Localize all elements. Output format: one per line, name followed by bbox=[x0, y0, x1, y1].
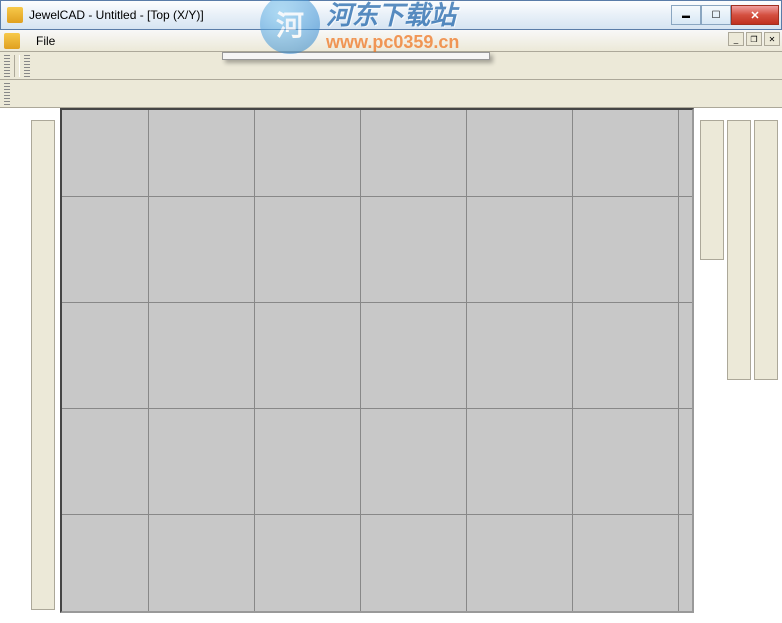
toolbar-secondary bbox=[0, 80, 782, 108]
window-controls bbox=[671, 5, 779, 25]
mdi-close-button[interactable]: ✕ bbox=[764, 32, 780, 46]
window-title: JewelCAD - Untitled - [Top (X/Y)] bbox=[29, 8, 671, 22]
mdi-restore-button[interactable]: ❐ bbox=[746, 32, 762, 46]
mdi-minimize-button[interactable]: _ bbox=[728, 32, 744, 46]
toolbar-grip[interactable] bbox=[4, 83, 10, 105]
menubar: File _ ❐ ✕ bbox=[0, 30, 782, 52]
toolbar-grip[interactable] bbox=[24, 55, 30, 77]
left-toolbar bbox=[31, 120, 55, 610]
titlebar: JewelCAD - Untitled - [Top (X/Y)] bbox=[0, 0, 782, 30]
right-toolbar-1 bbox=[700, 120, 724, 260]
close-button[interactable] bbox=[731, 5, 779, 25]
right-toolbar-3 bbox=[754, 120, 778, 380]
deform-menu-dropdown bbox=[222, 52, 490, 60]
menu-file[interactable]: File bbox=[26, 32, 65, 50]
doc-icon bbox=[4, 33, 20, 49]
right-toolbar-2 bbox=[727, 120, 751, 380]
app-icon bbox=[7, 7, 23, 23]
grid bbox=[62, 110, 692, 611]
viewport[interactable] bbox=[60, 108, 694, 613]
minimize-button[interactable] bbox=[671, 5, 701, 25]
toolbar-grip[interactable] bbox=[4, 55, 10, 77]
maximize-button[interactable] bbox=[701, 5, 731, 25]
